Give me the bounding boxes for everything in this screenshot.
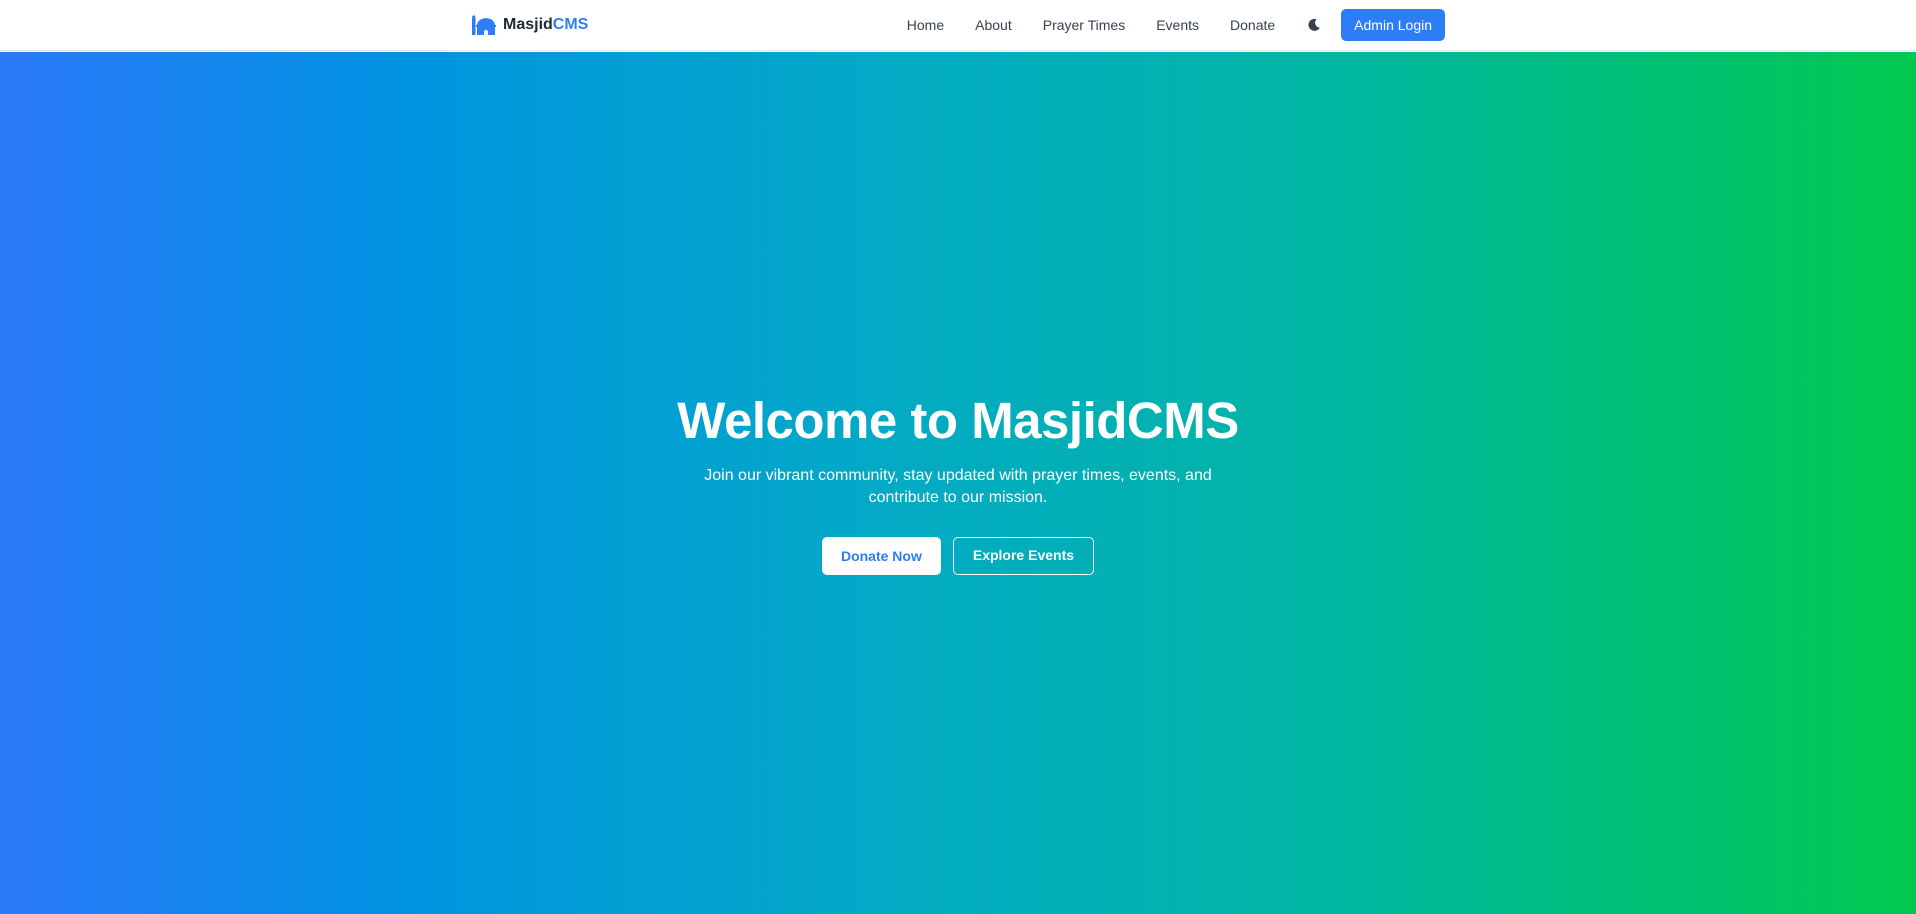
nav-link-about[interactable]: About — [975, 17, 1012, 33]
nav-link-donate[interactable]: Donate — [1230, 17, 1275, 33]
explore-events-button[interactable]: Explore Events — [952, 536, 1095, 575]
top-navbar: MasjidCMS Home About Prayer Times Events… — [0, 0, 1916, 51]
nav-link-home[interactable]: Home — [907, 17, 944, 33]
hero-content: Welcome to MasjidCMS Join our vibrant co… — [0, 392, 1916, 575]
brand-name: MasjidCMS — [503, 16, 589, 33]
nav-menu: Home About Prayer Times Events Donate Ad… — [907, 9, 1445, 41]
nav-link-prayer-times[interactable]: Prayer Times — [1043, 17, 1125, 33]
brand-logo[interactable]: MasjidCMS — [472, 15, 588, 35]
admin-login-button[interactable]: Admin Login — [1341, 9, 1445, 41]
navbar-container: MasjidCMS Home About Prayer Times Events… — [472, 9, 1445, 41]
hero-section: Welcome to MasjidCMS Join our vibrant co… — [0, 52, 1916, 914]
moon-icon[interactable] — [1307, 18, 1321, 32]
nav-link-events[interactable]: Events — [1156, 17, 1199, 33]
hero-title: Welcome to MasjidCMS — [677, 392, 1239, 449]
donate-now-button[interactable]: Donate Now — [821, 536, 941, 575]
hero-buttons: Donate Now Explore Events — [0, 536, 1916, 575]
mosque-icon — [472, 15, 497, 35]
hero-subtitle: Join our vibrant community, stay updated… — [704, 466, 1212, 506]
